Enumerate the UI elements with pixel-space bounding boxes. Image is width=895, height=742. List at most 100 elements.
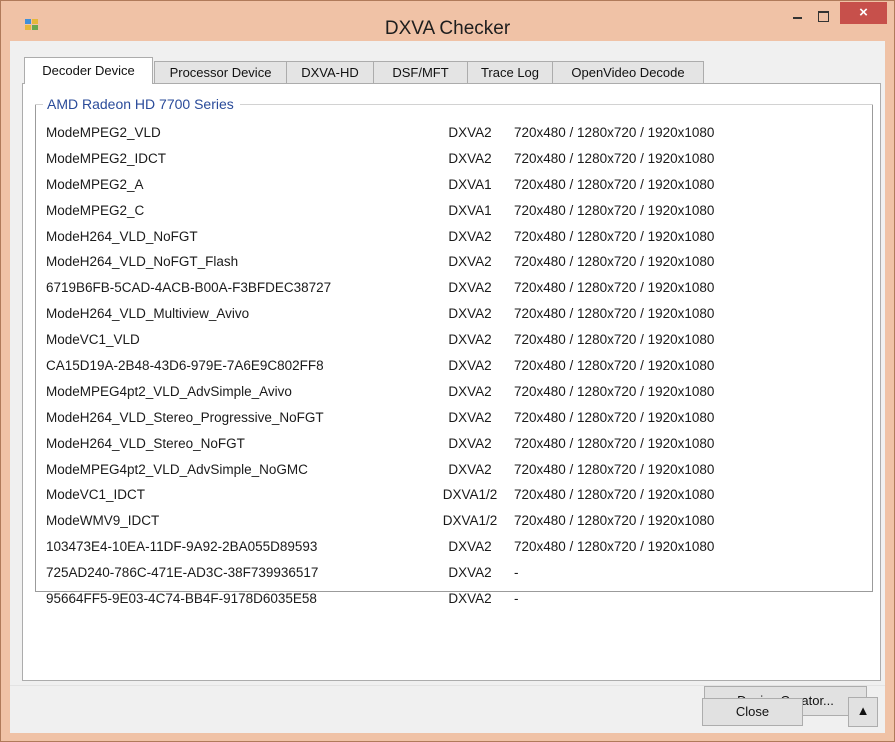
tab-label: Trace Log — [480, 65, 540, 80]
decoder-resolutions: 720x480 / 1280x720 / 1920x1080 — [514, 280, 715, 296]
decoder-resolutions: 720x480 / 1280x720 / 1920x1080 — [514, 202, 715, 218]
tab-label: OpenVideo Decode — [571, 65, 685, 80]
tab-label: Processor Device — [169, 65, 272, 80]
decoder-resolutions: 720x480 / 1280x720 / 1920x1080 — [514, 125, 715, 140]
decoder-api: DXVA2 — [448, 591, 492, 607]
tab-label: Decoder Device — [42, 63, 135, 78]
tab-label: DXVA-HD — [301, 65, 359, 80]
decoder-resolutions: 720x480 / 1280x720 / 1920x1080 — [514, 539, 715, 555]
decoder-api: DXVA1/2 — [442, 513, 498, 529]
window-title: DXVA Checker — [384, 18, 511, 39]
decoder-row: ModeMPEG2_VLD DXVA2 720x480 / 1280x720 / 1… — [23, 123, 883, 149]
decoder-row: ModeH264_VLD_Stereo_NoFGT DXVA2 720x480 / … — [23, 434, 883, 460]
decoder-row: ModeVC1_VLD DXVA2 720x480 / 1280x720 / 192… — [23, 330, 883, 356]
decoder-api: DXVA2 — [448, 383, 492, 399]
decoder-name: ModeH264_VLD_NoFGT — [46, 228, 198, 244]
decoder-api: DXVA2 — [448, 565, 492, 581]
tab-dsf-mft[interactable]: DSF/MFT — [373, 61, 468, 83]
decoder-resolutions: 720x480 / 1280x720 / 1920x1080 — [514, 358, 715, 374]
decoder-name: ModeMPEG2_VLD — [46, 125, 161, 140]
decoder-row: 6719B6FB-5CAD-4ACB-B00A-F3BFDEC38727 DXVA… — [23, 278, 883, 304]
decoder-api: DXVA2 — [448, 228, 492, 244]
decoder-api: DXVA2 — [448, 150, 492, 166]
decoder-resolutions: 720x480 / 1280x720 / 1920x1080 — [514, 487, 715, 503]
decoder-name: ModeH264_VLD_Stereo_Progressive_NoFGT — [46, 409, 324, 425]
decoder-row: CA15D19A-2B48-43D6-979E-7A6E9C802FF8 DXVA… — [23, 356, 883, 382]
decoder-api: DXVA2 — [448, 280, 492, 296]
expand-button[interactable]: ▲ — [848, 697, 878, 727]
footer-separator — [10, 685, 885, 686]
decoder-name: ModeMPEG4pt2_VLD_AdvSimple_Avivo — [46, 383, 292, 399]
decoder-resolutions: - — [514, 591, 519, 607]
maximize-button[interactable] — [807, 2, 839, 29]
decoder-api: DXVA2 — [448, 254, 492, 270]
decoder-resolutions: - — [514, 565, 519, 581]
decoder-row: ModeH264_VLD_Stereo_Progressive_NoFGT DXV… — [23, 408, 883, 434]
decoder-name: ModeH264_VLD_Multiview_Avivo — [46, 306, 250, 322]
decoder-row: 725AD240-786C-471E-AD3C-38F739936517 DXVA… — [23, 563, 883, 589]
app-window: DXVA Checker × Decoder Device Processor … — [0, 0, 895, 742]
decoder-resolutions: 720x480 / 1280x720 / 1920x1080 — [514, 435, 715, 451]
decoder-name: ModeH264_VLD_Stereo_NoFGT — [46, 435, 245, 451]
tab-dxva-hd[interactable]: DXVA-HD — [286, 61, 374, 83]
decoder-api: DXVA1/2 — [442, 487, 498, 503]
decoder-row: 103473E4-10EA-11DF-9A92-2BA055D89593 DXVA… — [23, 537, 883, 563]
decoder-row: ModeH264_VLD_Multiview_Avivo DXVA2 720x480… — [23, 304, 883, 330]
close-icon: × — [859, 4, 868, 21]
decoder-name: ModeMPEG2_A — [46, 176, 144, 192]
close-window-button[interactable]: × — [840, 2, 887, 24]
title-bar[interactable]: DXVA Checker × — [1, 1, 894, 41]
decoder-row: ModeMPEG4pt2_VLD_AdvSimple_NoGMC DXVA2 720… — [23, 460, 883, 486]
decoder-resolutions: 720x480 / 1280x720 / 1920x1080 — [514, 150, 715, 166]
decoder-api: DXVA1 — [448, 176, 492, 192]
close-button[interactable]: Close — [702, 698, 803, 726]
decoder-api: DXVA2 — [448, 435, 492, 451]
decoder-api: DXVA2 — [448, 125, 492, 140]
decoder-resolutions: 720x480 / 1280x720 / 1920x1080 — [514, 383, 715, 399]
decoder-name: ModeMPEG2_IDCT — [46, 150, 167, 166]
decoder-api: DXVA2 — [448, 306, 492, 322]
decoder-resolutions: 720x480 / 1280x720 / 1920x1080 — [514, 176, 715, 192]
decoder-row: ModeWMV9_IDCT DXVA1/2 720x480 / 1280x720 /… — [23, 511, 883, 537]
decoder-api: DXVA2 — [448, 539, 492, 555]
decoder-row: ModeMPEG2_C DXVA1 720x480 / 1280x720 / 192… — [23, 201, 883, 227]
decoder-api: DXVA1 — [448, 202, 492, 218]
decoder-row: ModeH264_VLD_NoFGT DXVA2 720x480 / 1280x72… — [23, 227, 883, 253]
tab-trace-log[interactable]: Trace Log — [467, 61, 553, 83]
decoder-name: ModeVC1_IDCT — [46, 487, 146, 503]
decoder-row: ModeMPEG4pt2_VLD_AdvSimple_Avivo DXVA2 720… — [23, 382, 883, 408]
decoder-resolutions: 720x480 / 1280x720 / 1920x1080 — [514, 461, 715, 477]
tab-label: DSF/MFT — [392, 65, 449, 80]
decoder-api: DXVA2 — [448, 358, 492, 374]
decoder-row: ModeVC1_IDCT DXVA1/2 720x480 / 1280x720 / … — [23, 485, 883, 511]
decoder-row: ModeMPEG2_IDCT DXVA2 720x480 / 1280x720 / … — [23, 149, 883, 175]
decoder-api: DXVA2 — [448, 461, 492, 477]
decoder-name: 103473E4-10EA-11DF-9A92-2BA055D89593 — [46, 539, 318, 555]
decoder-row: ModeH264_VLD_NoFGT_Flash DXVA2 720x480 / 1… — [23, 252, 883, 278]
device-name-label: AMD Radeon HD 7700 Series — [43, 96, 240, 112]
decoder-row: ModeMPEG2_A DXVA1 720x480 / 1280x720 / 192… — [23, 175, 883, 201]
decoder-name: ModeH264_VLD_NoFGT_Flash — [46, 254, 239, 270]
decoder-name: ModeMPEG4pt2_VLD_AdvSimple_NoGMC — [46, 461, 308, 477]
decoder-device-panel: AMD Radeon HD 7700 Series ModeMPEG2_VLD D… — [22, 83, 883, 716]
decoder-name: ModeVC1_VLD — [46, 332, 140, 348]
decoder-row: 95664FF5-9E03-4C74-BB4F-9178D6035E58 DXVA… — [23, 589, 883, 615]
decoder-resolutions: 720x480 / 1280x720 / 1920x1080 — [514, 332, 715, 348]
decoder-name: 95664FF5-9E03-4C74-BB4F-9178D6035E58 — [46, 591, 317, 607]
tab-openvideo-decode[interactable]: OpenVideo Decode — [552, 61, 704, 83]
decoder-name: CA15D19A-2B48-43D6-979E-7A6E9C802FF8 — [46, 358, 324, 374]
client-area: Decoder Device Processor Device DXVA-HD … — [10, 41, 885, 733]
decoder-resolutions: 720x480 / 1280x720 / 1920x1080 — [514, 228, 715, 244]
decoder-name: 6719B6FB-5CAD-4ACB-B00A-F3BFDEC38727 — [46, 280, 332, 296]
tab-processor-device[interactable]: Processor Device — [154, 61, 287, 83]
decoder-list: ModeMPEG2_VLD DXVA2 720x480 / 1280x720 / 1… — [23, 123, 883, 615]
decoder-name: 725AD240-786C-471E-AD3C-38F739936517 — [46, 565, 319, 581]
decoder-api: DXVA2 — [448, 409, 492, 425]
tab-decoder-device[interactable]: Decoder Device — [24, 57, 153, 84]
decoder-resolutions: 720x480 / 1280x720 / 1920x1080 — [514, 306, 715, 322]
decoder-resolutions: 720x480 / 1280x720 / 1920x1080 — [514, 254, 715, 270]
decoder-name: ModeWMV9_IDCT — [46, 513, 160, 529]
arrow-up-icon: ▲ — [856, 703, 870, 718]
decoder-api: DXVA2 — [448, 332, 492, 348]
decoder-resolutions: 720x480 / 1280x720 / 1920x1080 — [514, 409, 715, 425]
